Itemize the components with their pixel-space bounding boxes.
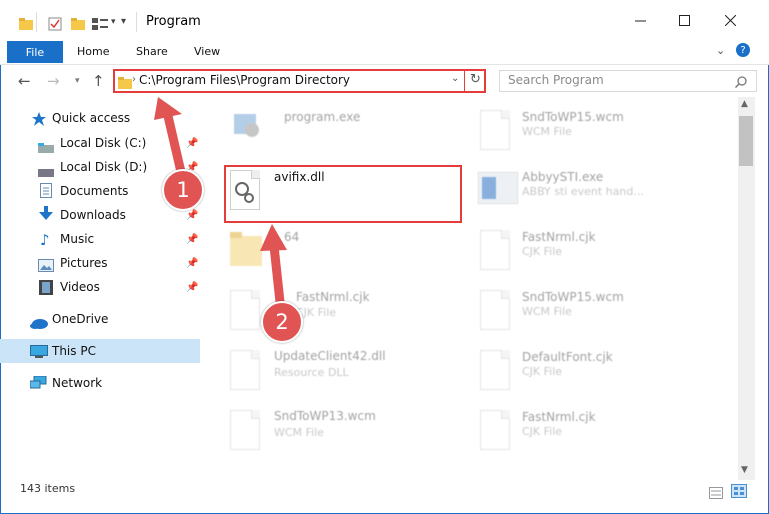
drive-icon <box>38 162 54 181</box>
file-name[interactable]: FastNrml.cjk <box>522 230 596 244</box>
music-icon: ♪ <box>40 231 50 249</box>
details-view-icon[interactable] <box>709 484 723 503</box>
scrollbar-thumb[interactable] <box>739 116 753 166</box>
chevron-right-icon[interactable]: › <box>132 74 136 85</box>
scroll-up-icon[interactable]: ▲ <box>741 99 748 109</box>
address-dropdown-icon[interactable]: ⌄ <box>451 73 459 84</box>
new-folder-icon[interactable] <box>70 16 86 32</box>
sidebar-item-local-disk-d[interactable]: Local Disk (D:) <box>60 160 147 174</box>
file-type: CJK File <box>522 245 563 258</box>
sidebar-item-downloads[interactable]: Downloads <box>60 208 126 222</box>
sidebar-item-onedrive[interactable]: OneDrive <box>52 312 108 326</box>
download-icon <box>39 206 53 225</box>
drive-icon <box>38 138 54 157</box>
large-icons-view-icon[interactable] <box>731 483 747 502</box>
file-name[interactable]: FastNrml.cjk <box>522 410 596 424</box>
tab-file[interactable]: File <box>7 41 63 63</box>
back-button[interactable]: ← <box>18 72 31 90</box>
file-name[interactable]: program.exe <box>284 110 360 124</box>
exe-icon[interactable] <box>477 171 519 208</box>
file-name[interactable]: SndToWP15.wcm <box>522 110 624 124</box>
recent-locations-icon[interactable]: ▾ <box>75 76 80 86</box>
tab-home[interactable]: Home <box>77 45 109 58</box>
file-name[interactable]: 64 <box>284 230 299 244</box>
folder-icon <box>118 74 132 93</box>
view-options-icon[interactable] <box>92 16 108 32</box>
file-icon[interactable] <box>230 290 260 330</box>
pin-icon[interactable]: 📌 <box>186 258 198 269</box>
sidebar-item-pictures[interactable]: Pictures <box>60 256 108 270</box>
network-icon <box>29 375 48 394</box>
tab-view[interactable]: View <box>194 45 220 58</box>
file-type: WCM File <box>522 125 572 138</box>
pin-icon[interactable]: 📌 <box>186 138 198 149</box>
sidebar-item-quick-access[interactable]: Quick access <box>52 111 130 125</box>
file-icon[interactable] <box>480 350 510 390</box>
pin-icon[interactable]: 📌 <box>186 210 198 221</box>
tab-share[interactable]: Share <box>136 45 168 58</box>
file-icon[interactable] <box>480 410 510 450</box>
minimize-button[interactable] <box>618 0 662 40</box>
expand-ribbon-icon[interactable]: ⌄ <box>716 44 725 57</box>
up-button[interactable]: ↑ <box>92 72 105 90</box>
sidebar-item-videos[interactable]: Videos <box>60 280 100 294</box>
step-badge-2: 2 <box>261 301 303 343</box>
dll-file-icon[interactable] <box>230 170 260 210</box>
folder-icon <box>18 16 34 32</box>
documents-icon <box>40 183 52 202</box>
forward-button[interactable]: → <box>47 72 60 90</box>
star-icon <box>32 111 46 130</box>
pin-icon[interactable]: 📌 <box>186 282 198 293</box>
step-badge-1: 1 <box>162 169 204 211</box>
file-name[interactable]: SndToWP13.wcm <box>274 409 376 423</box>
title-bar: ▾ ▾ Program <box>0 0 769 40</box>
sidebar-item-this-pc[interactable]: This PC <box>52 344 96 358</box>
window-title: Program <box>146 14 201 29</box>
sidebar-item-music[interactable]: Music <box>60 232 94 246</box>
file-icon[interactable] <box>230 410 260 450</box>
refresh-icon[interactable]: ↻ <box>470 72 481 87</box>
computer-icon <box>30 344 48 363</box>
help-icon[interactable]: ? <box>736 43 750 57</box>
exe-icon <box>234 114 259 137</box>
file-name-avifix[interactable]: avifix.dll <box>274 170 325 184</box>
properties-icon[interactable] <box>47 16 63 32</box>
list-item[interactable] <box>230 106 264 144</box>
cloud-icon <box>30 314 48 333</box>
file-name[interactable]: DefaultFont.cjk <box>522 350 613 364</box>
file-icon[interactable] <box>480 110 510 150</box>
search-icon <box>734 73 747 92</box>
folder-icon[interactable] <box>230 230 262 272</box>
file-type: WCM File <box>274 426 324 439</box>
file-type: ABBY sti event hand... <box>522 185 644 198</box>
file-icon[interactable] <box>480 290 510 330</box>
customize-toolbar-icon[interactable]: ▾ <box>121 16 126 27</box>
sidebar-item-local-disk-c[interactable]: Local Disk (C:) <box>60 136 146 150</box>
sidebar-item-documents[interactable]: Documents <box>60 184 128 198</box>
ribbon <box>0 40 769 64</box>
chevron-down-icon[interactable]: ▾ <box>111 17 116 27</box>
address-path[interactable]: C:\Program Files\Program Directory <box>139 73 350 87</box>
file-name[interactable]: AbbyySTI.exe <box>522 170 603 184</box>
item-count: 143 items <box>20 482 76 495</box>
pin-icon[interactable]: 📌 <box>186 234 198 245</box>
pictures-icon <box>38 257 54 276</box>
file-type: CJK File <box>522 365 563 378</box>
file-type: Resource DLL <box>274 366 349 379</box>
file-icon[interactable] <box>480 230 510 270</box>
videos-icon <box>39 280 53 299</box>
file-name[interactable]: FastNrml.cjk <box>296 290 370 304</box>
search-placeholder: Search Program <box>508 73 604 87</box>
file-name[interactable]: UpdateClient42.dll <box>274 349 386 363</box>
sidebar-item-network[interactable]: Network <box>52 376 102 390</box>
dll-file-icon[interactable] <box>230 350 260 390</box>
scroll-down-icon[interactable]: ▼ <box>741 465 748 475</box>
maximize-button[interactable] <box>662 0 706 40</box>
file-type: CJK File <box>522 425 563 438</box>
close-button[interactable] <box>708 0 752 40</box>
file-name[interactable]: SndToWP15.wcm <box>522 290 624 304</box>
file-type: WCM File <box>522 305 572 318</box>
